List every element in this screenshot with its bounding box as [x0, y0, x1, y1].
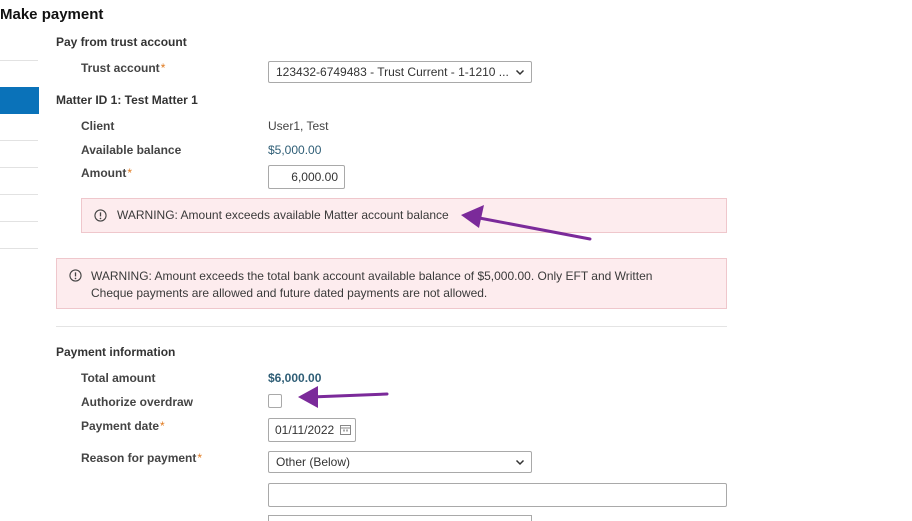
annotation-arrow-overdraw: [298, 386, 389, 408]
annotation-arrows: [298, 205, 592, 408]
annotation-arrow-matter-warning: [461, 205, 592, 241]
